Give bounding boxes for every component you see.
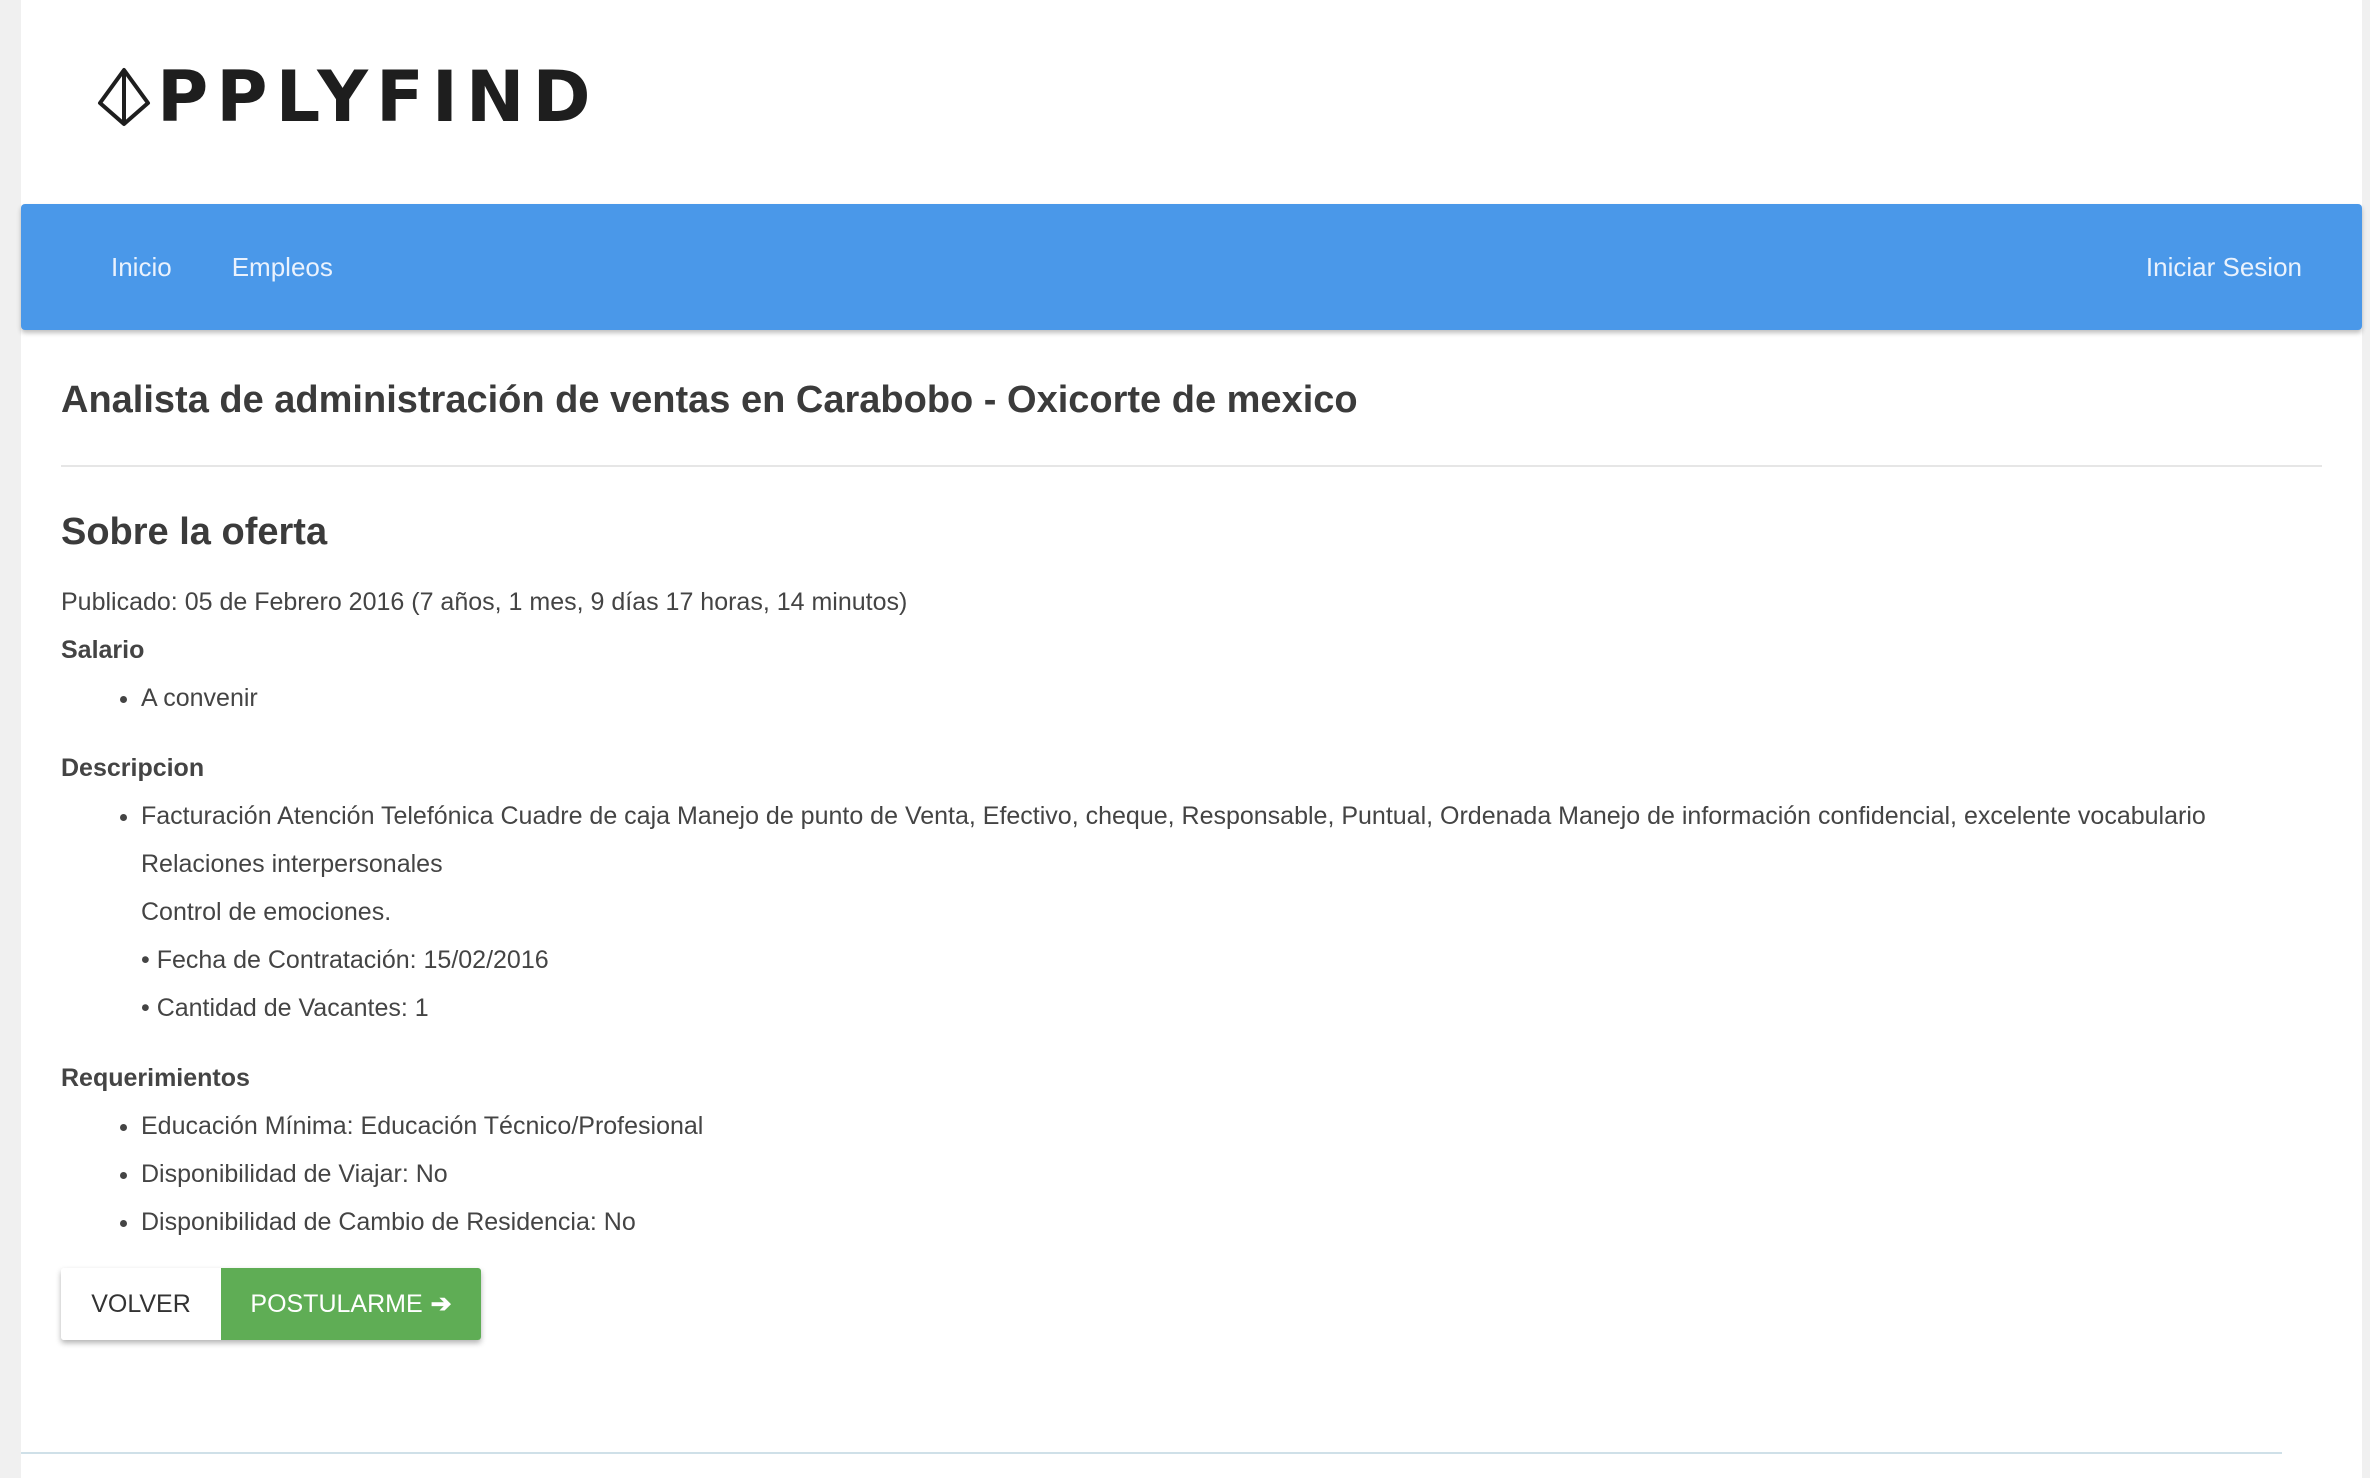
description-line: Relaciones interpersonales (141, 850, 443, 879)
logo[interactable]: PPLYFIND (97, 58, 599, 136)
nav-link-jobs[interactable]: Empleos (232, 252, 333, 283)
nav-link-home[interactable]: Inicio (111, 252, 172, 283)
description-line: • Cantidad de Vacantes: 1 (141, 994, 429, 1023)
action-buttons: VOLVER POSTULARME ➔ (61, 1268, 481, 1341)
list-item: Disponibilidad de Cambio de Residencia: … (141, 1198, 2322, 1246)
description-line: Control de emociones. (141, 898, 392, 927)
salary-label: Salario (61, 636, 145, 665)
back-button[interactable]: VOLVER (61, 1268, 221, 1341)
apply-button[interactable]: POSTULARME ➔ (221, 1268, 481, 1341)
section-title: Sobre la oferta (61, 511, 328, 554)
job-detail: Analista de administración de ventas en … (61, 330, 2322, 1341)
arrow-right-icon: ➔ (430, 1290, 452, 1319)
footer-divider (21, 1452, 2282, 1454)
description-line: Facturación Atención Telefónica Cuadre d… (141, 802, 2206, 831)
apply-button-label: POSTULARME (250, 1289, 423, 1318)
navbar: Inicio Empleos Iniciar Sesion (21, 204, 2362, 330)
divider (61, 465, 2322, 468)
nav-links: Inicio Empleos (21, 252, 393, 283)
logo-text: PPLYFIND (157, 56, 599, 138)
list-item: A convenir (141, 674, 2322, 722)
page: PPLYFIND Inicio Empleos Iniciar Sesion A… (21, 0, 2362, 1478)
nav-link-login[interactable]: Iniciar Sesion (2146, 252, 2302, 282)
requirements-label: Requerimientos (61, 1064, 250, 1093)
published-date: Publicado: 05 de Febrero 2016 (7 años, 1… (61, 588, 908, 617)
job-title: Analista de administración de ventas en … (61, 379, 1358, 421)
list-item: Disponibilidad de Viajar: No (141, 1150, 2322, 1198)
salary-list: A convenir (61, 674, 2322, 722)
list-item: Educación Mínima: Educación Técnico/Prof… (141, 1102, 2322, 1150)
logo-diamond-icon (98, 68, 150, 126)
description-list: Facturación Atención Telefónica Cuadre d… (61, 792, 2322, 1032)
description-line: • Fecha de Contratación: 15/02/2016 (141, 946, 549, 975)
description-label: Descripcion (61, 754, 205, 783)
nav-right: Iniciar Sesion (2146, 252, 2362, 283)
list-item: Facturación Atención Telefónica Cuadre d… (141, 792, 2322, 1032)
requirements-list: Educación Mínima: Educación Técnico/Prof… (61, 1102, 2322, 1246)
